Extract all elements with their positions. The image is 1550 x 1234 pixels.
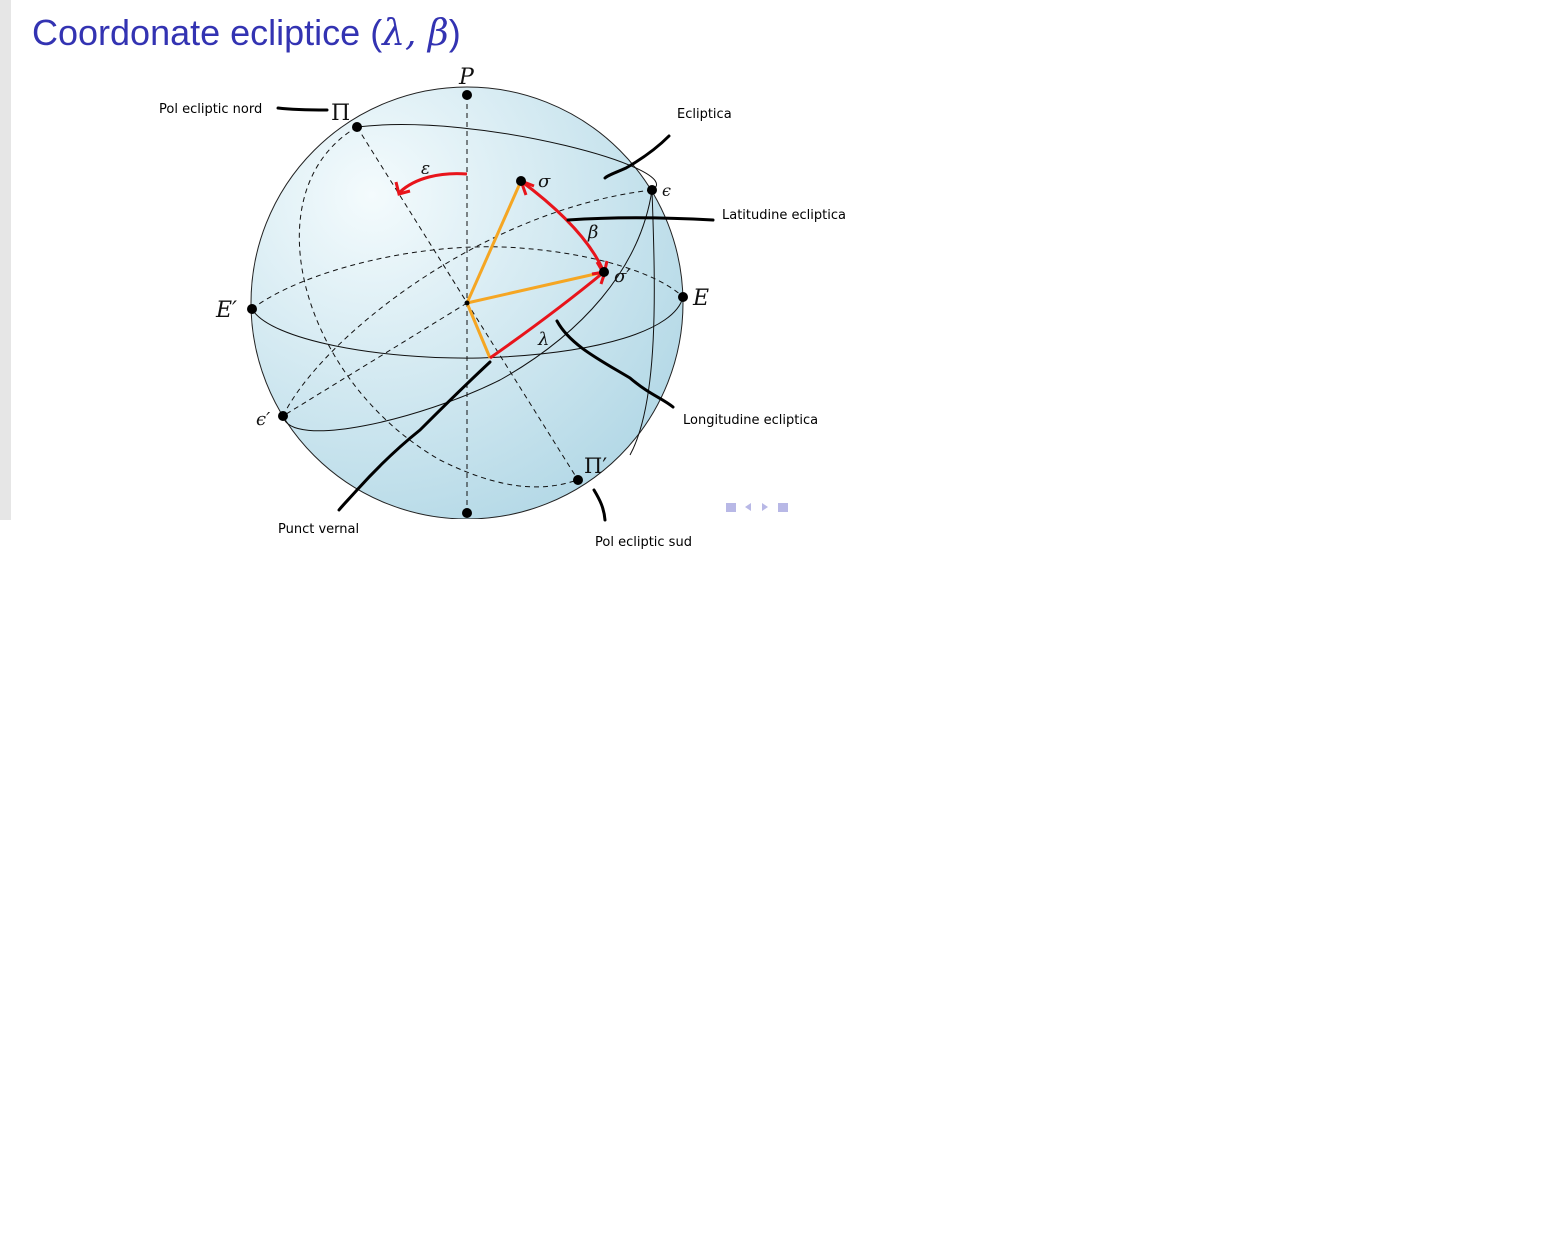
beamer-navigation [726, 503, 788, 512]
nav-frame-next-icon[interactable] [778, 503, 788, 512]
annotation-longitude: Longitudine ecliptica [683, 413, 818, 428]
label-eps-prime: ϵ′ [256, 409, 270, 430]
angle-obliquity-label: ε [421, 159, 430, 179]
point-E-prime [247, 304, 257, 314]
annotation-vernal-point: Punct vernal [278, 522, 359, 537]
slide: Coordonate ecliptice (λ, β) P Π Π′ E E′ … [0, 0, 850, 550]
point-sigma [516, 176, 526, 186]
point-P-south [462, 508, 472, 518]
angle-longitude-label: λ [537, 329, 549, 350]
sphere-center [464, 300, 470, 306]
annotation-south-pole: Pol ecliptic sud [595, 535, 692, 550]
annotation-ecliptic: Ecliptica [677, 107, 732, 122]
point-Pi-prime [573, 475, 583, 485]
celestial-sphere-diagram: P Π Π′ E E′ ϵ ϵ′ σ σ′ ε β λ Pol ecliptic… [159, 65, 846, 550]
pointer-north-pole [276, 106, 329, 112]
label-Pi-prime: Π′ [584, 454, 607, 478]
angle-latitude-label: β [587, 222, 598, 243]
annotation-latitude: Latitudine ecliptica [722, 208, 846, 223]
point-eps-prime [278, 411, 288, 421]
pointer-south-pole [592, 488, 607, 522]
label-Pi: Π [331, 101, 350, 126]
annotation-north-pole: Pol ecliptic nord [159, 102, 262, 117]
point-E [678, 292, 688, 302]
point-P [462, 90, 472, 100]
point-sigma-prime [599, 267, 609, 277]
point-Pi [352, 122, 362, 132]
label-sigma-prime: σ′ [614, 266, 630, 287]
nav-arrow-left-icon[interactable] [745, 503, 751, 511]
label-E: E [692, 286, 709, 311]
label-E-prime: E′ [215, 298, 237, 323]
label-eps: ϵ [662, 181, 671, 200]
nav-frame-prev-icon[interactable] [726, 503, 736, 512]
point-eps [647, 185, 657, 195]
label-sigma: σ [538, 171, 551, 192]
label-P: P [458, 65, 475, 90]
nav-arrow-right-icon[interactable] [762, 503, 768, 511]
